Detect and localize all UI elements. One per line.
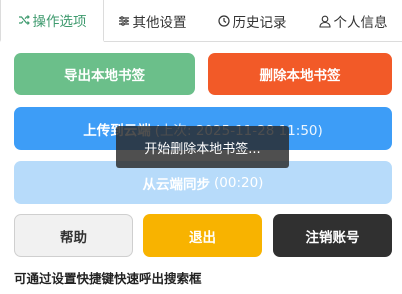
- tab-other-settings[interactable]: 其他设置: [104, 0, 200, 42]
- tab-profile[interactable]: 个人信息: [304, 0, 402, 42]
- clock-icon: [217, 15, 230, 27]
- delete-local-bookmarks-button[interactable]: 删除本地书签: [208, 53, 392, 95]
- exit-button[interactable]: 退出: [143, 214, 262, 257]
- button-label: 导出本地书签: [64, 68, 145, 84]
- button-label: 帮助: [60, 229, 87, 246]
- logout-button[interactable]: 注销账号: [273, 214, 392, 257]
- tab-label: 其他设置: [132, 15, 187, 31]
- tip-text: 可通过设置快捷键快速呼出搜索框: [14, 271, 202, 286]
- tab-label: 操作选项: [32, 14, 87, 30]
- tab-label: 个人信息: [333, 15, 388, 31]
- export-local-bookmarks-button[interactable]: 导出本地书签: [14, 53, 195, 95]
- sliders-icon: [118, 15, 130, 27]
- sync-countdown: (00:20): [214, 174, 264, 191]
- button-label: 退出: [189, 229, 216, 246]
- button-label: 从云端同步: [142, 176, 211, 193]
- tab-operations[interactable]: 操作选项: [0, 0, 104, 42]
- shuffle-icon: [18, 14, 30, 26]
- button-label: 注销账号: [305, 229, 360, 246]
- toast-message: 开始删除本地书签...: [116, 126, 289, 168]
- help-button[interactable]: 帮助: [14, 214, 133, 257]
- tab-history[interactable]: 历史记录: [200, 0, 304, 42]
- button-label: 删除本地书签: [259, 68, 341, 84]
- user-icon: [318, 15, 331, 28]
- tab-bar: 操作选项 其他设置 历史记录 个人信息: [0, 0, 402, 42]
- tab-label: 历史记录: [232, 15, 287, 31]
